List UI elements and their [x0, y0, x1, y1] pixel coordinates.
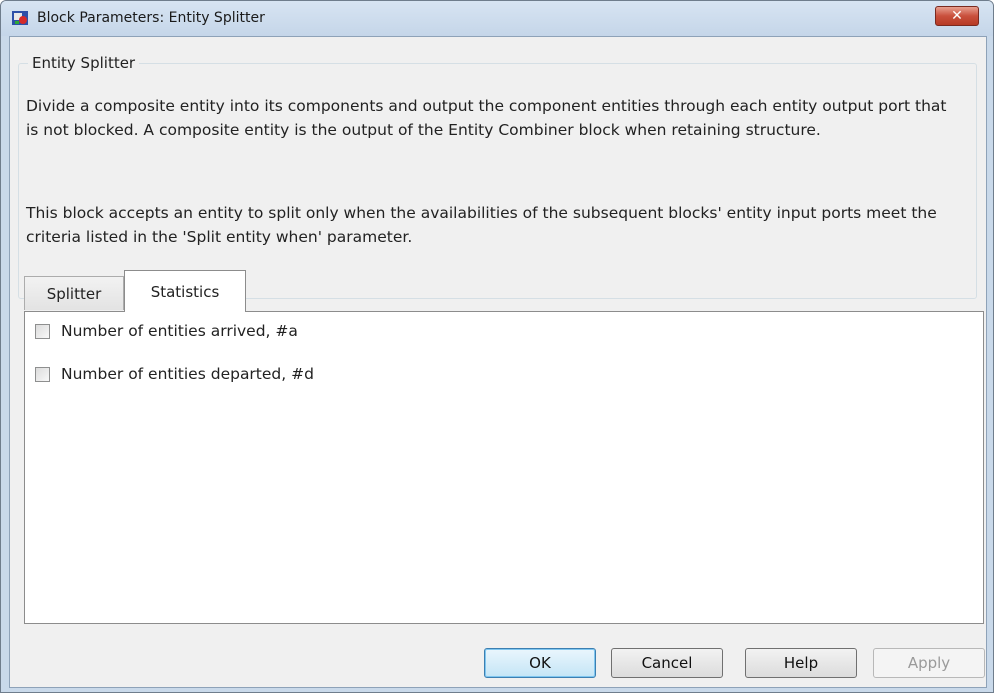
- dialog-body: Entity Splitter Divide a composite entit…: [9, 36, 987, 688]
- cancel-button[interactable]: Cancel: [611, 648, 723, 678]
- entities-departed-checkbox[interactable]: [35, 366, 50, 382]
- block-description-2: This block accepts an entity to split on…: [26, 204, 937, 246]
- title-bar[interactable]: Block Parameters: Entity Splitter ✕: [1, 1, 993, 36]
- option-entities-arrived[interactable]: Number of entities arrived, #a: [35, 322, 298, 340]
- simulink-block-icon: [12, 11, 28, 25]
- entities-departed-label[interactable]: Number of entities departed, #d: [61, 365, 314, 383]
- close-icon: ✕: [951, 8, 963, 24]
- entities-arrived-checkbox[interactable]: [35, 323, 50, 339]
- block-description-1: Divide a composite entity into its compo…: [26, 97, 947, 139]
- window-title: Block Parameters: Entity Splitter: [37, 10, 265, 26]
- tab-splitter[interactable]: Splitter: [24, 276, 124, 310]
- entities-arrived-label[interactable]: Number of entities arrived, #a: [61, 322, 298, 340]
- option-entities-departed[interactable]: Number of entities departed, #d: [35, 365, 314, 383]
- ok-button[interactable]: OK: [484, 648, 596, 678]
- statistics-panel: Number of entities arrived, #a Number of…: [24, 311, 984, 624]
- group-title: Entity Splitter: [28, 54, 140, 72]
- close-button[interactable]: ✕: [935, 6, 979, 26]
- tab-statistics[interactable]: Statistics: [124, 270, 246, 312]
- block-parameters-dialog: Block Parameters: Entity Splitter ✕ Enti…: [0, 0, 994, 693]
- apply-button[interactable]: Apply: [873, 648, 985, 678]
- help-button[interactable]: Help: [745, 648, 857, 678]
